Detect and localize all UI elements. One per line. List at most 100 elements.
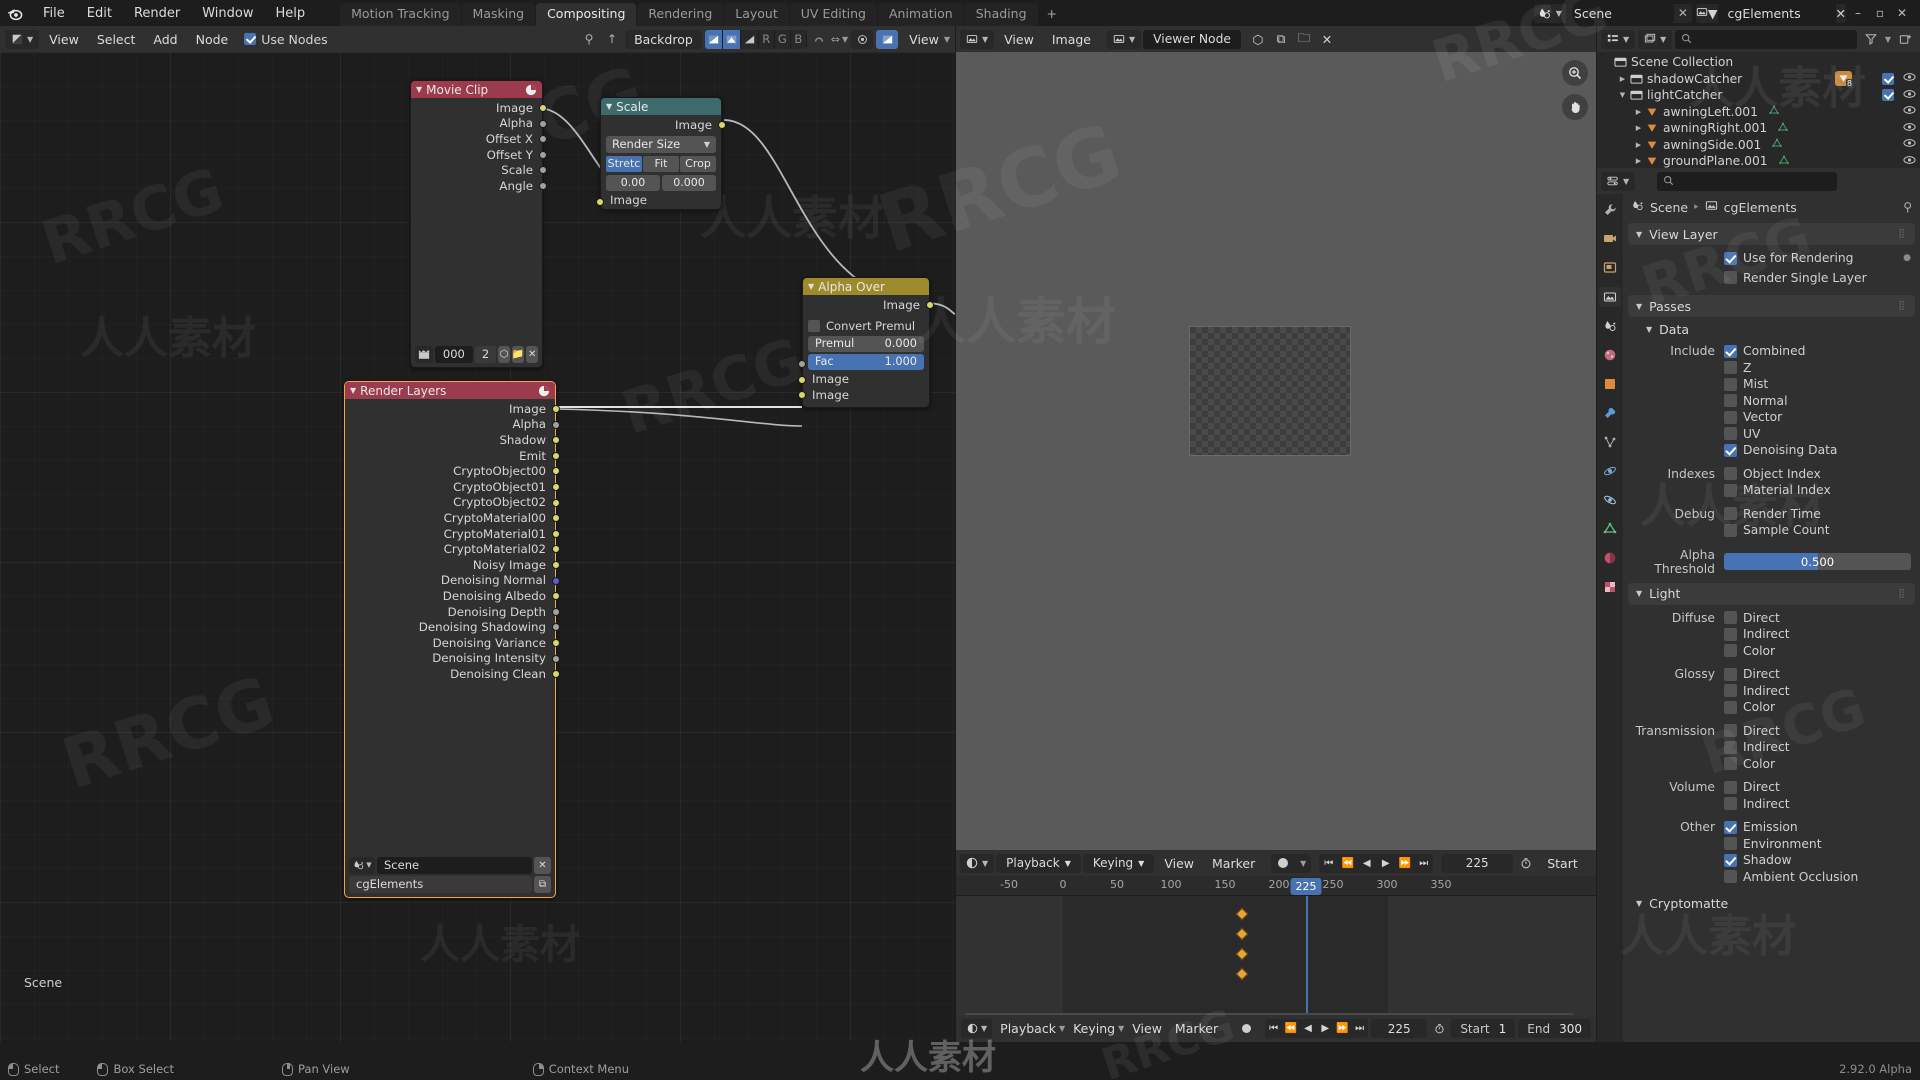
visibility-eye-icon[interactable]	[1903, 105, 1916, 118]
property-checkbox-row[interactable]: Indirect	[1623, 626, 1920, 643]
snap-mode-selector[interactable]: ⇔ ▼	[831, 33, 848, 46]
node-preview-icon[interactable]	[876, 29, 899, 49]
tab-view-layer[interactable]	[1599, 287, 1621, 307]
display-channels-color-icon[interactable]	[704, 29, 723, 49]
image-editor-type-selector[interactable]: ▼	[960, 29, 995, 49]
editor-type-selector[interactable]: ▼	[5, 29, 40, 49]
socket-dot[interactable]	[552, 545, 560, 554]
socket-dot[interactable]	[552, 623, 560, 632]
outliner-row[interactable]: Scene Collection	[1597, 54, 1920, 71]
tab-material[interactable]	[1599, 548, 1621, 568]
node-movie-clip-header[interactable]: ▼ Movie Clip	[411, 81, 542, 98]
socket-dot[interactable]	[798, 391, 806, 400]
light-pass-checkbox[interactable]	[1724, 684, 1737, 698]
render-layers-new-layer[interactable]: ⧉	[534, 875, 551, 893]
timeline-menu-view[interactable]: View	[1156, 854, 1202, 873]
tab-scene[interactable]	[1599, 316, 1621, 336]
jump-to-end-button[interactable]: ⏭	[1414, 854, 1433, 873]
property-checkbox-row[interactable]: Diffuse Direct	[1623, 610, 1920, 627]
tab-render[interactable]	[1599, 229, 1621, 249]
socket-dot[interactable]	[552, 405, 560, 413]
pass-checkbox[interactable]	[1724, 483, 1737, 497]
display-mode-selector[interactable]: ▼	[1638, 29, 1673, 49]
render-single-layer-checkbox[interactable]	[1724, 271, 1737, 285]
property-checkbox-row[interactable]: Indirect	[1623, 796, 1920, 813]
hand-pan-icon[interactable]	[1562, 94, 1588, 120]
property-checkbox-row[interactable]: Shadow	[1623, 852, 1920, 869]
render-single-layer-row[interactable]: Render Single Layer	[1623, 270, 1920, 287]
socket-dot[interactable]	[552, 514, 560, 523]
scale-value-x[interactable]: 0.00	[606, 174, 660, 191]
socket-dot[interactable]	[552, 529, 560, 538]
pass-checkbox[interactable]	[1724, 344, 1737, 358]
expand-triangle-icon[interactable]: ▼	[1636, 899, 1642, 908]
expand-triangle-down-icon[interactable]: ▼	[1617, 91, 1628, 99]
property-checkbox-row[interactable]: Other Emission	[1623, 819, 1920, 836]
expand-triangle-right-icon[interactable]: ▶	[1633, 157, 1644, 165]
timeline-editor-type-selector[interactable]: ▼	[960, 853, 995, 873]
timeline-start-label[interactable]: Start	[1539, 854, 1586, 873]
light-pass-checkbox[interactable]	[1724, 837, 1737, 851]
tab-masking[interactable]: Masking	[461, 3, 536, 26]
property-checkbox-row[interactable]: Color	[1623, 643, 1920, 660]
socket-dot[interactable]	[552, 420, 560, 429]
premul-slider[interactable]: Premul 0.000	[808, 335, 924, 352]
breadcrumb-scene-label[interactable]: Scene	[1650, 200, 1688, 215]
tab-motion-tracking[interactable]: Motion Tracking	[340, 3, 461, 26]
outliner-exclude-checkbox[interactable]	[1882, 89, 1894, 102]
outliner-row[interactable]: ▶ awningLeft.001	[1597, 104, 1920, 121]
window-close-button[interactable]: ✕	[1892, 4, 1912, 23]
socket-dot[interactable]	[552, 436, 560, 445]
view-layer-remove-button[interactable]: ✕	[1836, 6, 1846, 21]
end-frame-field[interactable]: End 300	[1518, 1019, 1591, 1038]
light-pass-checkbox[interactable]	[1724, 853, 1737, 867]
alpha-threshold-slider[interactable]: 0.500	[1724, 553, 1911, 570]
scene-unlink-button[interactable]: ✕	[1674, 6, 1692, 20]
image-new-icon[interactable]: ⧉	[1270, 30, 1292, 49]
property-checkbox-row[interactable]: Denoising Data	[1623, 442, 1920, 459]
node-alpha-over[interactable]: ▼ Alpha Over Image Convert Premul Premul…	[798, 277, 934, 408]
outliner-row[interactable]: ▶ shadowCatcher 8	[1597, 71, 1920, 89]
window-maximize-button[interactable]: ▫	[1870, 4, 1890, 23]
bottom-preview-range-icon[interactable]	[1430, 1023, 1448, 1034]
tab-output[interactable]	[1599, 258, 1621, 278]
alpha-threshold-row[interactable]: Alpha Threshold 0.500	[1623, 539, 1920, 580]
socket-dot[interactable]	[552, 638, 560, 647]
panel-view-layer[interactable]: ▼ View Layer ⣿	[1628, 223, 1915, 245]
start-frame-field[interactable]: Start 1	[1451, 1019, 1516, 1038]
light-pass-checkbox[interactable]	[1724, 611, 1737, 625]
socket-dot[interactable]	[552, 560, 560, 569]
pass-checkbox[interactable]	[1724, 394, 1737, 408]
convert-premul-checkbox[interactable]	[808, 320, 820, 333]
node-menu-node[interactable]: Node	[188, 30, 237, 49]
prev-keyframe-button[interactable]: ⏪	[1282, 1019, 1299, 1038]
tab-object[interactable]	[1599, 374, 1621, 394]
play-button[interactable]: ▶	[1376, 854, 1395, 873]
bottom-menu-marker[interactable]: Marker	[1170, 1019, 1223, 1038]
node-scale[interactable]: ▼ Scale Image Render Size ▼ Stretc Fit C…	[596, 97, 726, 211]
scene-datablock-icon[interactable]: ▼	[349, 856, 375, 874]
property-checkbox-row[interactable]: Transmission Direct	[1623, 723, 1920, 740]
node-socket-out[interactable]: Denoising Normal	[345, 573, 560, 589]
socket-dot[interactable]	[552, 670, 560, 679]
clip-number-field[interactable]: 2	[474, 345, 497, 363]
tab-object-data[interactable]	[1599, 519, 1621, 539]
view-layer-name[interactable]: cgElements	[1717, 3, 1836, 23]
use-preview-range-icon[interactable]	[1515, 857, 1537, 869]
visibility-eye-icon[interactable]	[1903, 138, 1916, 151]
pin-icon[interactable]: ⚲	[1903, 200, 1912, 214]
node-socket-out[interactable]: Image	[345, 401, 560, 417]
tab-particles[interactable]	[1599, 432, 1621, 452]
use-nodes-toggle[interactable]: Use Nodes	[238, 32, 333, 47]
light-pass-checkbox[interactable]	[1724, 724, 1737, 738]
display-channels-alpha-icon[interactable]	[722, 29, 741, 49]
socket-dot[interactable]	[552, 654, 560, 663]
node-socket-out[interactable]: CryptoObject01	[345, 479, 560, 495]
node-socket-out[interactable]: Emit	[345, 448, 560, 464]
property-checkbox-row[interactable]: Debug Render Time	[1623, 506, 1920, 523]
socket-dot[interactable]	[596, 197, 604, 206]
menu-edit[interactable]: Edit	[76, 4, 123, 23]
image-datablock-selector[interactable]: ▼	[1106, 29, 1142, 49]
fit-mode-stretch[interactable]: Stretc	[606, 155, 642, 172]
outliner-tree[interactable]: Scene Collection ▶ shadowCatcher 8 ▼ lightCat…	[1597, 52, 1920, 186]
